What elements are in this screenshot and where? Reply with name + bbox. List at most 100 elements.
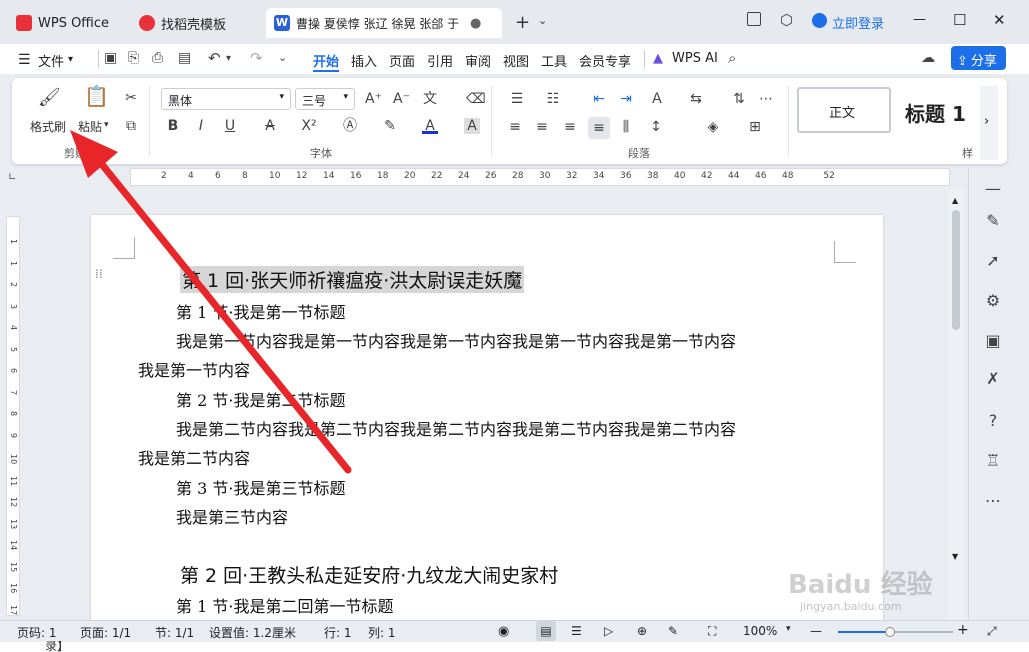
new-tab-icon[interactable]: + <box>515 12 530 33</box>
page-view-icon[interactable]: ▤ <box>536 621 556 641</box>
decrease-font-icon[interactable]: A⁻ <box>393 91 410 107</box>
align-right-icon[interactable]: ≡ <box>562 119 578 135</box>
scroll-up-icon[interactable]: ▲ <box>952 196 958 205</box>
clear-format-icon[interactable]: ⌫ <box>466 91 486 107</box>
font-color-icon[interactable]: A <box>422 118 438 134</box>
chinese-layout-icon[interactable]: Ａ <box>649 91 665 107</box>
font-size-select[interactable]: 三号 ▾ <box>295 88 355 110</box>
chevron-down-icon[interactable]: ⌄ <box>538 14 547 27</box>
increase-indent-icon[interactable]: ⇥ <box>618 91 634 107</box>
font-name-select[interactable]: 黑体 ▾ <box>161 88 291 110</box>
share-button[interactable]: ⇪ 分享 <box>951 46 1006 70</box>
user-avatar-icon[interactable] <box>812 13 827 28</box>
save-icon[interactable]: ▣ <box>104 50 117 66</box>
shirt-icon[interactable]: ♖ <box>982 450 1004 472</box>
redo-icon[interactable]: ↷ <box>250 49 263 67</box>
tab-templates[interactable]: 找稻壳模板 <box>131 8 261 38</box>
status-page-number[interactable]: 页码: 1 <box>17 624 57 641</box>
chapter-heading[interactable]: 第 1 回·张天师祈禳瘟疫·洪太尉误走妖魔 <box>180 266 525 293</box>
phonetic-icon[interactable]: 文 <box>422 91 438 107</box>
eye-icon[interactable]: ◉ <box>498 624 509 639</box>
section-heading[interactable]: 第 1 节·我是第一节标题 <box>176 299 345 323</box>
tab-review[interactable]: 审阅 <box>465 51 491 70</box>
status-setting[interactable]: 设置值: 1.2厘米 <box>209 624 296 641</box>
wps-ai-button[interactable]: WPS AI <box>672 51 718 66</box>
zoom-in-icon[interactable]: + <box>957 622 969 638</box>
strikethrough-icon[interactable]: A <box>262 118 278 134</box>
decrease-indent-icon[interactable]: ⇤ <box>591 91 607 107</box>
chevron-down-icon[interactable]: ▾ <box>104 120 109 130</box>
format-painter-icon[interactable]: 🖌 <box>38 89 61 107</box>
tab-wps-office[interactable]: WPS Office <box>8 8 124 38</box>
fit-icon[interactable]: ⛶ <box>708 624 716 639</box>
doc-tools-icon[interactable]: ▣ <box>982 330 1004 352</box>
undo-icon[interactable]: ↶ <box>208 49 221 67</box>
increase-font-icon[interactable]: A⁺ <box>365 91 382 107</box>
more-icon[interactable]: ⋯ <box>982 490 1004 512</box>
text-direction-icon[interactable]: ⇆ <box>688 91 704 107</box>
play-icon[interactable]: ▷ <box>604 624 613 638</box>
chapter-heading[interactable]: 第 2 回·王教头私走延安府·九纹龙大闹史家村 <box>180 561 558 588</box>
highlight-icon[interactable]: ✎ <box>382 118 398 134</box>
window-icon[interactable] <box>747 12 761 26</box>
superscript-icon[interactable]: X² <box>301 118 317 134</box>
shading-icon[interactable]: ◈ <box>705 119 721 135</box>
body-paragraph[interactable]: 我是第一节内容 <box>138 357 250 381</box>
style-heading1[interactable]: 标题 1 <box>905 98 966 127</box>
zoom-level[interactable]: 100% <box>743 624 777 638</box>
select-icon[interactable]: ➚ <box>982 250 1004 272</box>
show-marks-icon[interactable]: ⋯ <box>758 91 774 107</box>
cube-icon[interactable]: ⬡ <box>780 11 793 29</box>
italic-icon[interactable]: I <box>193 118 209 134</box>
status-pages[interactable]: 页面: 1/1 <box>80 624 131 641</box>
justify-icon[interactable]: ≡ <box>588 117 610 139</box>
chevron-down-icon[interactable]: ▾ <box>68 54 73 65</box>
section-heading[interactable]: 第 1 节·我是第二回第一节标题 <box>176 593 393 617</box>
cloud-icon[interactable]: ☁ <box>921 50 935 66</box>
bold-icon[interactable]: B <box>165 118 181 134</box>
zoom-out-icon[interactable]: — <box>810 624 822 638</box>
status-section[interactable]: 节: 1/1 <box>155 624 194 641</box>
paste-button[interactable]: 粘贴 <box>78 118 102 135</box>
distribute-icon[interactable]: ⫼ <box>618 119 634 135</box>
chevron-down-icon[interactable]: ▾ <box>786 624 791 634</box>
horizontal-ruler[interactable]: 2 4 6 8 10 12 14 16 18 20 22 24 26 28 30 32 34 36 38 40 42 44… <box>130 168 950 186</box>
tab-dot-icon[interactable]: ● <box>470 16 481 31</box>
zoom-slider-knob[interactable] <box>884 627 895 637</box>
pen-view-icon[interactable]: ✎ <box>668 624 678 638</box>
section-heading[interactable]: 第 2 节·我是第二节标题 <box>176 387 345 411</box>
section-heading[interactable]: 第 3 节·我是第三节标题 <box>176 475 345 499</box>
bullet-list-icon[interactable]: ☰ <box>509 91 525 107</box>
tools-icon[interactable]: ✗ <box>982 368 1004 390</box>
paste-icon[interactable]: 📋 <box>84 86 109 106</box>
menu-file[interactable]: 文件 <box>38 51 64 70</box>
pen-icon[interactable]: ✎ <box>982 210 1004 232</box>
tab-tools[interactable]: 工具 <box>541 51 567 70</box>
chevron-down-icon[interactable]: ⌄ <box>278 51 287 64</box>
web-view-icon[interactable]: ⊕ <box>637 624 647 638</box>
border-icon[interactable]: ⊞ <box>747 119 763 135</box>
char-shading-icon[interactable]: A <box>464 118 480 134</box>
status-row[interactable]: 行: 1 <box>324 624 352 641</box>
scrollbar-thumb[interactable] <box>952 210 960 330</box>
print-preview-icon[interactable]: ▤ <box>178 50 191 66</box>
status-column[interactable]: 列: 1 <box>368 624 396 641</box>
cut-icon[interactable]: ✂ <box>123 90 139 106</box>
tab-home[interactable]: 开始 <box>313 51 339 70</box>
wps-ai-icon[interactable]: ▲ <box>653 51 663 66</box>
sort-icon[interactable]: ⇅ <box>731 91 747 107</box>
align-left-icon[interactable]: ≡ <box>507 119 523 135</box>
maximize-button[interactable]: ☐ <box>953 11 966 29</box>
vertical-scrollbar[interactable]: ▲ ▼ <box>949 190 963 620</box>
minimize-button[interactable]: — <box>913 12 926 27</box>
body-paragraph[interactable]: 我是第三节内容 <box>176 504 288 528</box>
export-icon[interactable]: ⎘ <box>128 50 139 66</box>
format-painter-button[interactable]: 格式刷 <box>30 118 66 135</box>
body-paragraph[interactable]: 我是第二节内容我是第二节内容我是第二节内容我是第二节内容我是第二节内容 <box>176 416 736 440</box>
style-normal[interactable]: 正文 <box>797 87 891 133</box>
chevron-down-icon[interactable]: ▾ <box>226 53 231 64</box>
zoom-slider[interactable] <box>838 627 953 637</box>
text-effect-icon[interactable]: Ⓐ <box>342 118 358 134</box>
tab-reference[interactable]: 引用 <box>427 51 453 70</box>
close-button[interactable]: ✕ <box>993 11 1006 29</box>
